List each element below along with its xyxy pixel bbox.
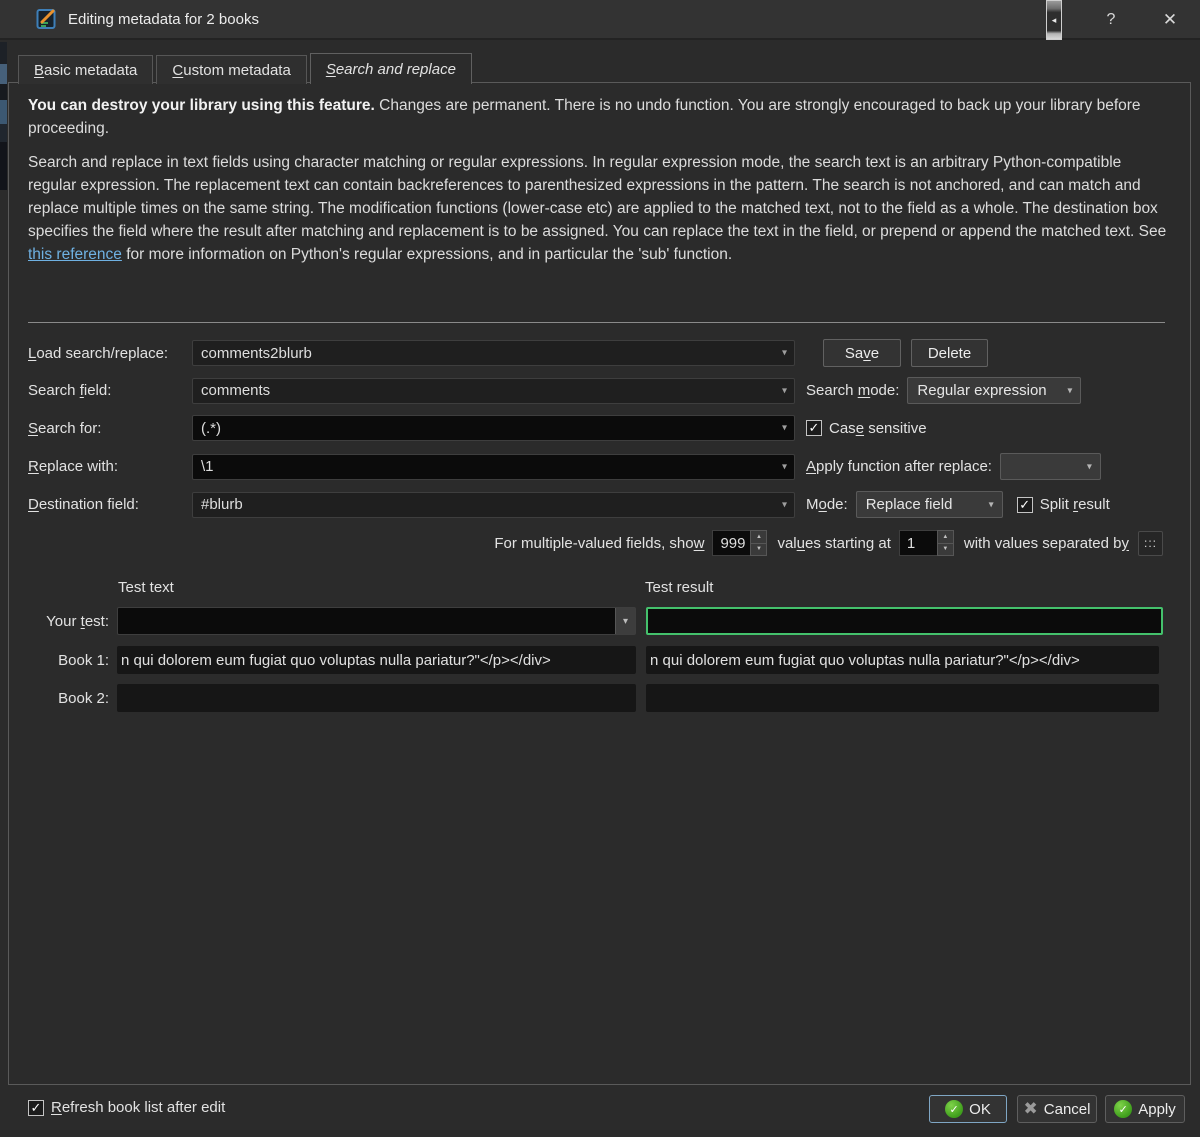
window-title: Editing metadata for 2 books <box>68 10 259 28</box>
tab-custom-metadata[interactable]: Custom metadata <box>156 55 307 84</box>
chevron-down-icon: ▾ <box>781 499 787 510</box>
arrow-left-icon: ◂ <box>1051 14 1057 25</box>
your-test-result-field[interactable] <box>646 607 1163 635</box>
tab-basic-metadata[interactable]: Basic metadata <box>18 55 154 84</box>
search-field-row: Search field: comments ▾ Search mode: Reg… <box>28 377 1082 404</box>
test-text-header: Test text <box>118 579 174 596</box>
chevron-down-icon: ▾ <box>988 499 994 510</box>
destination-label: Destination field: <box>28 496 139 513</box>
refresh-checkbox[interactable]: ✓ <box>28 1099 44 1116</box>
book1-label: Book 1: <box>58 651 109 669</box>
destination-combobox[interactable]: #blurb ▾ <box>192 491 795 518</box>
starting-spinner[interactable]: 1 ▲ ▼ <box>898 530 954 556</box>
load-combobox[interactable]: comments2blurb ▾ <box>192 340 795 366</box>
book1-result-field[interactable]: n qui dolorem eum fugiat quo voluptas nu… <box>646 646 1159 674</box>
search-replace-panel: You can destroy your library using this … <box>8 82 1191 1085</box>
replace-with-row: Replace with: \1 ▾ Apply function after r… <box>28 453 1101 480</box>
separator-input[interactable]: ::: <box>1138 530 1163 556</box>
book2-label: Book 2: <box>58 689 109 707</box>
show-spinner[interactable]: 999 ▲ ▼ <box>712 530 768 556</box>
spin-down-icon[interactable]: ▼ <box>750 543 768 556</box>
your-test-combobox[interactable]: ▾ <box>117 607 636 635</box>
replace-with-label: Replace with: <box>28 458 119 475</box>
separator-line <box>28 322 1165 323</box>
load-row: Load search/replace: comments2blurb ▾ Sav… <box>28 339 988 367</box>
apply-button[interactable]: ✓ Apply <box>1105 1095 1185 1123</box>
destination-row: Destination field: #blurb ▾ Mode: Replace… <box>28 491 1110 518</box>
tab-search-and-replace[interactable]: Search and replace <box>309 53 472 86</box>
case-sensitive-label: Case sensitive <box>829 419 927 437</box>
close-icon: ✕ <box>1162 10 1178 29</box>
book1-text-field[interactable]: n qui dolorem eum fugiat quo voluptas nu… <box>117 646 636 674</box>
case-sensitive-checkbox[interactable]: ✓ <box>806 420 822 436</box>
search-for-combobox[interactable]: (.*) ▾ <box>192 415 795 441</box>
help-icon: ? <box>1106 11 1116 28</box>
split-result-label: Split result <box>1039 496 1110 513</box>
chevron-down-icon: ▾ <box>781 422 787 434</box>
refresh-label: Refresh book list after edit <box>51 1099 226 1116</box>
refresh-row: ✓ Refresh book list after edit <box>28 1099 225 1116</box>
cancel-button[interactable]: ✖ Cancel <box>1017 1095 1097 1123</box>
book2-row: Book 2: <box>28 684 1159 712</box>
chevron-down-icon: ▾ <box>1086 461 1092 472</box>
cancel-x-icon: ✖ <box>1023 1099 1038 1118</box>
apply-function-label: Apply function after replace: <box>806 458 992 475</box>
search-field-label: Search field: <box>28 382 112 399</box>
edit-metadata-icon <box>36 9 56 29</box>
ok-button[interactable]: ✓ OK <box>929 1095 1007 1123</box>
background-window-sliver <box>0 42 7 190</box>
apply-check-icon: ✓ <box>1114 1100 1133 1118</box>
mode-combobox[interactable]: Replace field ▾ <box>855 491 1003 518</box>
collapsed-toolbar-widget[interactable]: ◂ <box>1046 0 1062 40</box>
replace-with-combobox[interactable]: \1 ▾ <box>192 453 795 480</box>
help-button[interactable]: ? <box>1098 8 1124 32</box>
check-icon: ✓ <box>1019 496 1031 512</box>
book1-row: Book 1: n qui dolorem eum fugiat quo vol… <box>28 646 1159 674</box>
search-for-row: Search for: (.*) ▾ ✓ Case sensitive <box>28 415 927 441</box>
split-result-checkbox[interactable]: ✓ <box>1016 496 1033 513</box>
ok-check-icon: ✓ <box>945 1100 964 1118</box>
tab-bar: Basic metadata Custom metadata Search an… <box>18 53 475 86</box>
chevron-down-icon: ▾ <box>1067 385 1073 396</box>
destroy-warning: You can destroy your library using this … <box>28 97 1141 137</box>
check-icon: ✓ <box>30 1099 42 1115</box>
mode-label: Mode: <box>806 496 848 513</box>
chevron-down-icon: ▾ <box>781 385 787 396</box>
spin-down-icon[interactable]: ▼ <box>936 543 954 556</box>
search-field-combobox[interactable]: comments ▾ <box>192 377 795 404</box>
chevron-down-icon: ▾ <box>781 347 787 359</box>
check-icon: ✓ <box>808 420 820 435</box>
spin-up-icon[interactable]: ▲ <box>750 530 768 544</box>
save-button[interactable]: Save <box>823 339 901 367</box>
book2-text-field[interactable] <box>117 684 636 712</box>
apply-function-combobox[interactable]: ▾ <box>999 453 1101 480</box>
multi-value-row: For multiple-valued fields, show 999 ▲ ▼… <box>494 530 1163 556</box>
search-mode-label: Search mode: <box>806 382 900 399</box>
chevron-down-icon[interactable]: ▾ <box>615 608 635 634</box>
chevron-down-icon: ▾ <box>781 461 787 472</box>
search-for-label: Search for: <box>28 419 102 437</box>
starting-label: values starting at <box>777 534 891 552</box>
book2-result-field[interactable] <box>646 684 1159 712</box>
load-label: Load search/replace: <box>28 344 169 362</box>
delete-button[interactable]: Delete <box>911 339 988 367</box>
close-button[interactable]: ✕ <box>1157 8 1183 32</box>
feature-description: Search and replace in text fields using … <box>28 154 1167 263</box>
separator-label: with values separated by <box>963 534 1129 552</box>
your-test-label: Your test: <box>46 612 109 630</box>
edit-metadata-dialog: Editing metadata for 2 books ◂ ? ✕ Basic… <box>0 0 1200 1137</box>
title-bar: Editing metadata for 2 books <box>0 0 1200 40</box>
show-label: For multiple-valued fields, show <box>494 534 705 552</box>
your-test-row: Your test: ▾ <box>28 607 1163 635</box>
reference-link[interactable]: this reference <box>28 246 122 263</box>
spin-up-icon[interactable]: ▲ <box>936 530 954 544</box>
test-result-header: Test result <box>645 579 714 596</box>
search-mode-combobox[interactable]: Regular expression ▾ <box>907 377 1082 404</box>
